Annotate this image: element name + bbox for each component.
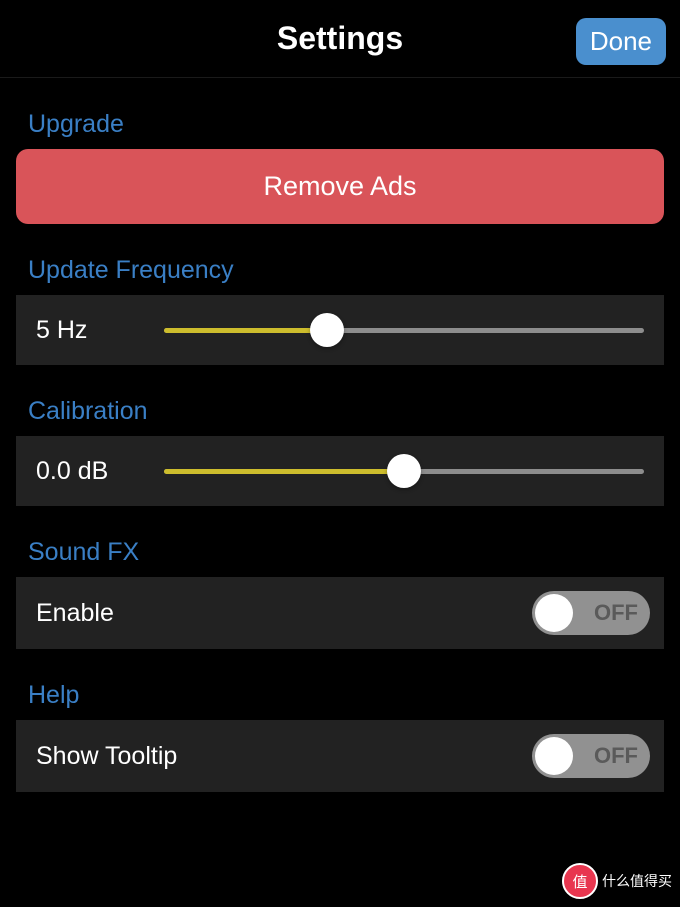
section-header-help: Help bbox=[16, 649, 664, 720]
page-title: Settings bbox=[277, 20, 403, 57]
slider-fill bbox=[164, 469, 404, 474]
tooltip-toggle[interactable]: OFF bbox=[532, 734, 650, 778]
tooltip-label: Show Tooltip bbox=[36, 742, 177, 771]
calibration-value: 0.0 dB bbox=[36, 457, 164, 486]
slider-thumb[interactable] bbox=[310, 313, 344, 347]
watermark: 值 什么值得买 bbox=[562, 863, 672, 899]
section-header-update-frequency: Update Frequency bbox=[16, 224, 664, 295]
slider-track bbox=[164, 328, 644, 333]
update-frequency-row: 5 Hz bbox=[16, 295, 664, 365]
toggle-knob bbox=[535, 594, 573, 632]
toggle-state-text: OFF bbox=[594, 743, 638, 769]
update-frequency-slider[interactable] bbox=[164, 316, 644, 344]
update-frequency-value: 5 Hz bbox=[36, 316, 164, 345]
slider-fill bbox=[164, 328, 327, 333]
watermark-badge-icon: 值 bbox=[562, 863, 598, 899]
done-button[interactable]: Done bbox=[576, 18, 666, 65]
section-header-upgrade: Upgrade bbox=[16, 78, 664, 149]
content-area: Upgrade Remove Ads Update Frequency 5 Hz… bbox=[0, 78, 680, 792]
toggle-state-text: OFF bbox=[594, 600, 638, 626]
section-header-calibration: Calibration bbox=[16, 365, 664, 436]
section-header-sound-fx: Sound FX bbox=[16, 506, 664, 577]
sound-fx-row: Enable OFF bbox=[16, 577, 664, 649]
sound-fx-toggle[interactable]: OFF bbox=[532, 591, 650, 635]
help-row: Show Tooltip OFF bbox=[16, 720, 664, 792]
sound-fx-label: Enable bbox=[36, 599, 114, 628]
toggle-knob bbox=[535, 737, 573, 775]
calibration-row: 0.0 dB bbox=[16, 436, 664, 506]
header-bar: Settings Done bbox=[0, 0, 680, 78]
watermark-text: 什么值得买 bbox=[602, 871, 672, 891]
remove-ads-button[interactable]: Remove Ads bbox=[16, 149, 664, 224]
slider-thumb[interactable] bbox=[387, 454, 421, 488]
calibration-slider[interactable] bbox=[164, 457, 644, 485]
